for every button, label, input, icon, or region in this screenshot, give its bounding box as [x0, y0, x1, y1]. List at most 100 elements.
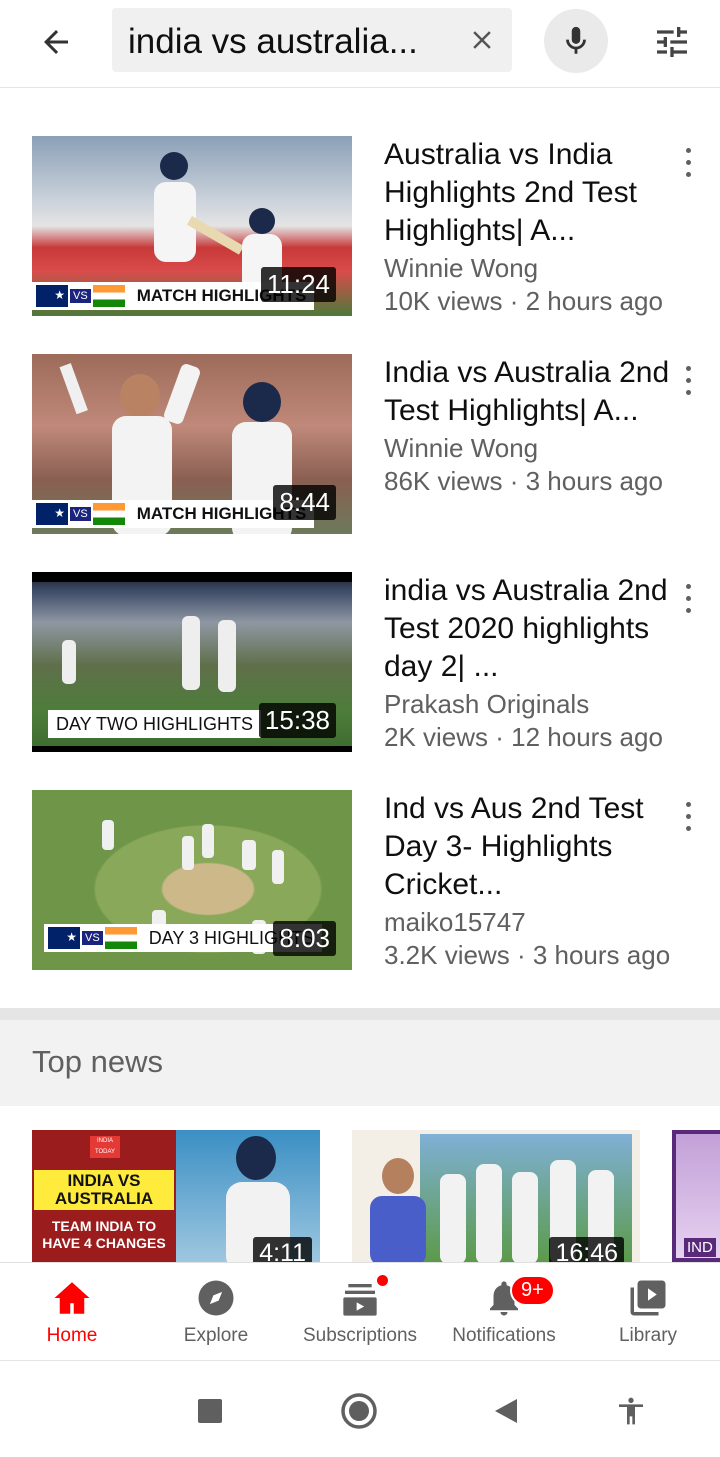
- video-title[interactable]: Australia vs India Highlights 2nd Test H…: [384, 136, 674, 250]
- india-flag-icon: [104, 927, 137, 949]
- fielders-figure: [62, 616, 236, 692]
- search-query[interactable]: india vs australia...: [128, 22, 438, 62]
- india-flag-icon: [92, 503, 125, 525]
- close-icon: [473, 31, 491, 49]
- more-vert-icon: [685, 365, 691, 371]
- more-options-button[interactable]: [676, 360, 700, 400]
- recent-apps-button[interactable]: [186, 1387, 234, 1435]
- more-vert-icon: [685, 583, 691, 589]
- news-video-card[interactable]: 16:46: [352, 1130, 640, 1262]
- channel-name[interactable]: maiko15747: [384, 905, 674, 939]
- vs-label: VS: [70, 507, 91, 521]
- news-headline: INDIA VS AUSTRALIA: [34, 1170, 174, 1210]
- video-title[interactable]: India vs Australia 2nd Test Highlights| …: [384, 354, 674, 430]
- australia-flag-icon: [48, 927, 80, 949]
- subscriptions-icon: [343, 1284, 377, 1316]
- channel-name[interactable]: Winnie Wong: [384, 431, 674, 465]
- channel-logo: INDIA TODAY: [90, 1136, 120, 1158]
- video-result[interactable]: VS MATCH HIGHLIGHTS 11:24 Australia vs I…: [0, 136, 720, 336]
- nav-label: Home: [46, 1325, 98, 1346]
- home-icon: [54, 1282, 90, 1314]
- top-news-header: Top news: [0, 1020, 720, 1106]
- search-filters-button[interactable]: [648, 18, 696, 66]
- voice-search-button[interactable]: [544, 9, 608, 73]
- home-system-button[interactable]: [335, 1387, 383, 1435]
- video-duration: 8:03: [273, 921, 336, 956]
- video-title[interactable]: Ind vs Aus 2nd Test Day 3- Highlights Cr…: [384, 790, 674, 904]
- video-result[interactable]: DAY TWO HIGHLIGHTS 15:38 india vs Austra…: [0, 572, 720, 772]
- vs-label: VS: [82, 931, 103, 945]
- nav-subscriptions[interactable]: Subscriptions: [296, 1263, 424, 1361]
- video-info: India vs Australia 2nd Test Highlights| …: [384, 354, 674, 497]
- more-options-button[interactable]: [676, 796, 700, 836]
- library-icon: [630, 1280, 666, 1316]
- nav-home[interactable]: Home: [12, 1263, 132, 1361]
- back-button[interactable]: [30, 18, 82, 66]
- video-result[interactable]: VS DAY 3 HIGHLIGHTS 8:03 Ind vs Aus 2nd …: [0, 790, 720, 990]
- video-duration: 16:46: [549, 1237, 624, 1262]
- search-input[interactable]: india vs australia...: [112, 8, 512, 72]
- video-info: Ind vs Aus 2nd Test Day 3- Highlights Cr…: [384, 790, 674, 971]
- circle-icon: [341, 1393, 377, 1429]
- presenter-figure: [370, 1158, 426, 1262]
- compass-icon: [198, 1280, 234, 1316]
- nav-library[interactable]: Library: [588, 1263, 708, 1361]
- video-duration: 11:24: [260, 267, 336, 302]
- tune-icon: [657, 27, 687, 57]
- section-title: Top news: [32, 1044, 163, 1079]
- video-duration: 15:38: [258, 703, 336, 738]
- video-result[interactable]: VS MATCH HIGHLIGHTS 8:44 India vs Austra…: [0, 354, 720, 554]
- video-meta: 10K views · 2 hours ago: [384, 286, 663, 316]
- more-options-button[interactable]: [676, 578, 700, 618]
- flags: VS: [44, 924, 141, 952]
- news-label: IND: [684, 1238, 716, 1257]
- news-video-card[interactable]: INDIA TODAY INDIA VS AUSTRALIA TEAM INDI…: [32, 1130, 320, 1262]
- video-duration: 4:11: [253, 1237, 312, 1262]
- nav-explore[interactable]: Explore: [156, 1263, 276, 1361]
- video-thumbnail[interactable]: DAY TWO HIGHLIGHTS 15:38: [32, 572, 352, 752]
- video-thumbnail[interactable]: VS DAY 3 HIGHLIGHTS 8:03: [32, 790, 352, 970]
- new-content-dot: [375, 1273, 390, 1288]
- video-meta: 3.2K views · 3 hours ago: [384, 940, 671, 970]
- more-vert-icon: [685, 801, 691, 807]
- flags: VS: [32, 282, 129, 310]
- search-header: india vs australia...: [0, 0, 720, 88]
- back-system-button[interactable]: [482, 1387, 530, 1435]
- system-navigation-bar: [0, 1360, 720, 1457]
- flags: VS: [32, 500, 129, 528]
- square-icon: [198, 1399, 222, 1423]
- nav-label: Library: [618, 1325, 678, 1346]
- video-info: india vs Australia 2nd Test 2020 highlig…: [384, 572, 674, 753]
- microphone-icon: [566, 26, 586, 54]
- nav-label: Notifications: [452, 1325, 556, 1346]
- news-video-card[interactable]: IND: [672, 1130, 720, 1262]
- channel-name[interactable]: Winnie Wong: [384, 251, 674, 285]
- vs-label: VS: [70, 289, 91, 303]
- triangle-back-icon: [495, 1399, 517, 1423]
- section-divider: [0, 1008, 720, 1020]
- channel-name[interactable]: Prakash Originals: [384, 687, 674, 721]
- more-vert-icon: [685, 147, 691, 153]
- video-meta: 86K views · 3 hours ago: [384, 466, 663, 496]
- video-info: Australia vs India Highlights 2nd Test H…: [384, 136, 674, 317]
- nav-label: Explore: [183, 1325, 249, 1346]
- clear-search-button[interactable]: [464, 22, 500, 58]
- letterbox-top: [32, 572, 352, 582]
- top-news-shelf[interactable]: INDIA TODAY INDIA VS AUSTRALIA TEAM INDI…: [0, 1130, 720, 1262]
- more-options-button[interactable]: [676, 142, 700, 182]
- thumbnail-banner: VS MATCH HIGHLIGHTS: [32, 500, 315, 528]
- video-duration: 8:44: [273, 485, 336, 520]
- accessibility-icon: [619, 1397, 643, 1425]
- video-thumbnail[interactable]: VS MATCH HIGHLIGHTS 8:44: [32, 354, 352, 534]
- india-flag-icon: [92, 285, 125, 307]
- australia-flag-icon: [36, 285, 68, 307]
- video-thumbnail[interactable]: VS MATCH HIGHLIGHTS 11:24: [32, 136, 352, 316]
- thumbnail-banner: DAY TWO HIGHLIGHTS: [32, 710, 262, 738]
- accessibility-button[interactable]: [607, 1387, 655, 1435]
- video-title[interactable]: india vs Australia 2nd Test 2020 highlig…: [384, 572, 674, 686]
- news-graphic: INDIA TODAY INDIA VS AUSTRALIA TEAM INDI…: [32, 1130, 176, 1262]
- australia-flag-icon: [36, 503, 68, 525]
- arrow-left-icon: [44, 30, 68, 54]
- nav-notifications[interactable]: 9+ Notifications: [444, 1263, 564, 1361]
- banner-text: DAY TWO HIGHLIGHTS: [48, 710, 262, 738]
